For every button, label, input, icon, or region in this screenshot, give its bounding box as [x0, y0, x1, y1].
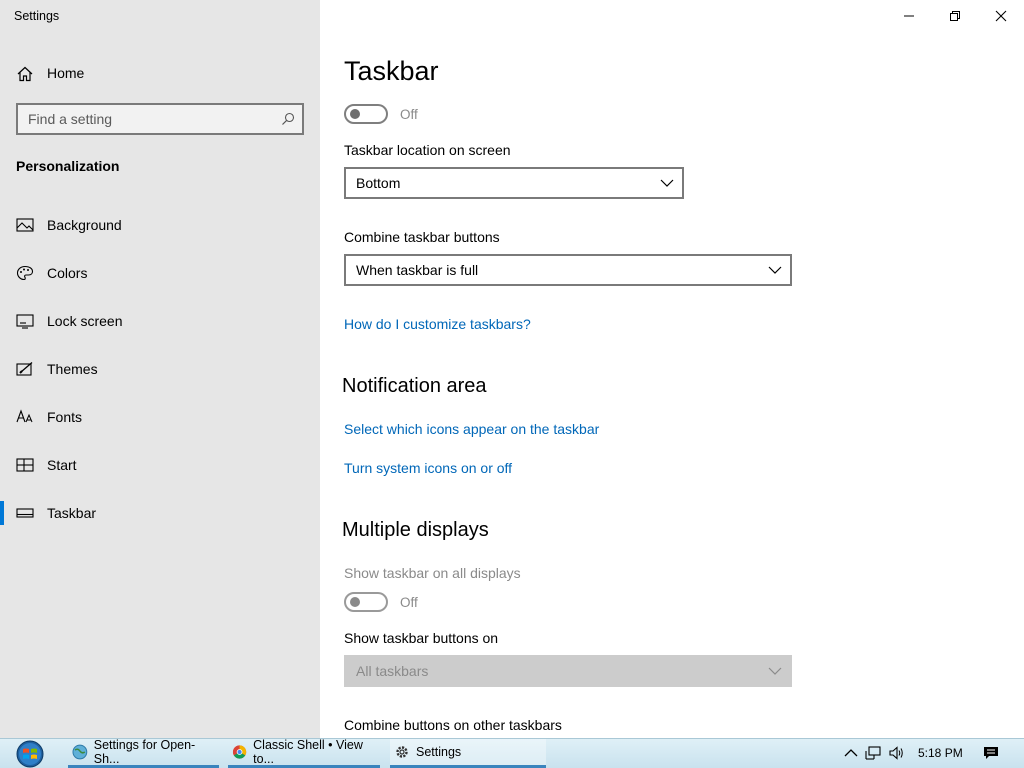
sidebar-item-lock-screen[interactable]: Lock screen [0, 301, 320, 341]
sidebar-item-fonts[interactable]: Fonts [0, 397, 320, 437]
minimize-icon [904, 15, 914, 17]
location-dropdown[interactable]: Bottom [344, 167, 684, 199]
home-label: Home [47, 65, 85, 81]
all-displays-toggle[interactable] [344, 592, 388, 612]
chrome-icon [232, 745, 247, 759]
dropdown-value: All taskbars [356, 663, 429, 679]
chevron-down-icon [660, 179, 674, 187]
combine-other-label: Combine buttons on other taskbars [344, 717, 562, 733]
taskbar-button-label: Settings [416, 745, 462, 759]
show-buttons-dropdown[interactable]: All taskbars [344, 655, 792, 687]
home-nav-item[interactable]: Home [0, 58, 320, 90]
palette-icon [16, 265, 34, 281]
section-title: Personalization [16, 158, 120, 174]
chevron-down-icon [768, 266, 782, 274]
sidebar-item-label: Colors [47, 265, 88, 281]
taskbar-button-settings-open-shell[interactable]: Settings for Open-Sh... [68, 738, 219, 768]
gear-icon [396, 746, 408, 758]
multiple-displays-heading: Multiple displays [342, 519, 489, 541]
taskbar-button-label: Settings for Open-Sh... [93, 738, 196, 766]
start-icon [16, 458, 34, 472]
sidebar-item-start[interactable]: Start [0, 445, 320, 485]
dropdown-value: When taskbar is full [356, 262, 479, 278]
dropdown-value: Bottom [356, 175, 401, 191]
network-icon[interactable] [865, 745, 881, 761]
start-button[interactable] [8, 739, 52, 768]
taskbar-button-settings[interactable]: Settings [390, 739, 546, 768]
sidebar-item-themes[interactable]: Themes [0, 349, 320, 389]
lock-screen-icon [16, 314, 34, 329]
sidebar-item-label: Taskbar [47, 505, 97, 521]
combine-label: Combine taskbar buttons [344, 229, 500, 245]
sidebar-item-background[interactable]: Background [0, 205, 320, 245]
action-center-icon[interactable] [983, 745, 999, 761]
restore-icon [950, 11, 960, 21]
toggle-state-label: Off [400, 595, 418, 610]
customize-taskbars-link[interactable]: How do I customize taskbars? [344, 316, 531, 332]
close-icon [995, 10, 1007, 22]
search-icon[interactable] [281, 112, 295, 126]
show-all-displays-label: Show taskbar on all displays [344, 565, 521, 581]
sidebar-item-label: Lock screen [47, 313, 123, 329]
restore-button[interactable] [932, 0, 978, 32]
picture-icon [16, 218, 34, 232]
chevron-up-icon[interactable] [843, 745, 859, 761]
select-icons-link[interactable]: Select which icons appear on the taskbar [344, 421, 599, 437]
sidebar-item-taskbar[interactable]: Taskbar [0, 493, 320, 533]
combine-dropdown[interactable]: When taskbar is full [344, 254, 792, 286]
sidebar-item-colors[interactable]: Colors [0, 253, 320, 293]
toggle-knob [350, 597, 360, 607]
volume-icon[interactable] [888, 745, 904, 761]
page-title: Taskbar [344, 56, 439, 86]
sidebar-item-label: Themes [47, 361, 98, 377]
sidebar-item-label: Fonts [47, 409, 83, 425]
toggle-knob [350, 109, 360, 119]
system-icons-link[interactable]: Turn system icons on or off [344, 460, 512, 476]
taskbar-icon [16, 508, 34, 518]
location-label: Taskbar location on screen [344, 142, 511, 158]
minimize-button[interactable] [886, 0, 932, 32]
taskbar-toggle[interactable] [344, 104, 388, 124]
chevron-down-icon [768, 667, 782, 675]
taskbar-button-classic-shell[interactable]: Classic Shell • View to... [228, 738, 380, 768]
taskbar-button-label: Classic Shell • View to... [253, 738, 363, 766]
selection-indicator [0, 501, 4, 525]
fonts-icon [16, 409, 33, 423]
themes-icon [16, 362, 33, 376]
sidebar-item-label: Start [47, 457, 77, 473]
globe-icon [72, 744, 88, 760]
notification-area-heading: Notification area [342, 375, 487, 397]
home-icon [17, 66, 33, 82]
windows-orb-icon [16, 740, 44, 768]
sidebar-item-label: Background [47, 217, 122, 233]
toggle-state-label: Off [400, 107, 418, 122]
show-buttons-label: Show taskbar buttons on [344, 630, 499, 646]
sidebar: Settings Home Personalization Background… [0, 0, 320, 738]
taskbar-clock[interactable]: 5:18 PM [918, 746, 963, 760]
search-input[interactable] [18, 105, 274, 133]
app-title: Settings [14, 9, 60, 23]
search-box[interactable] [16, 103, 304, 135]
close-button[interactable] [978, 0, 1024, 32]
